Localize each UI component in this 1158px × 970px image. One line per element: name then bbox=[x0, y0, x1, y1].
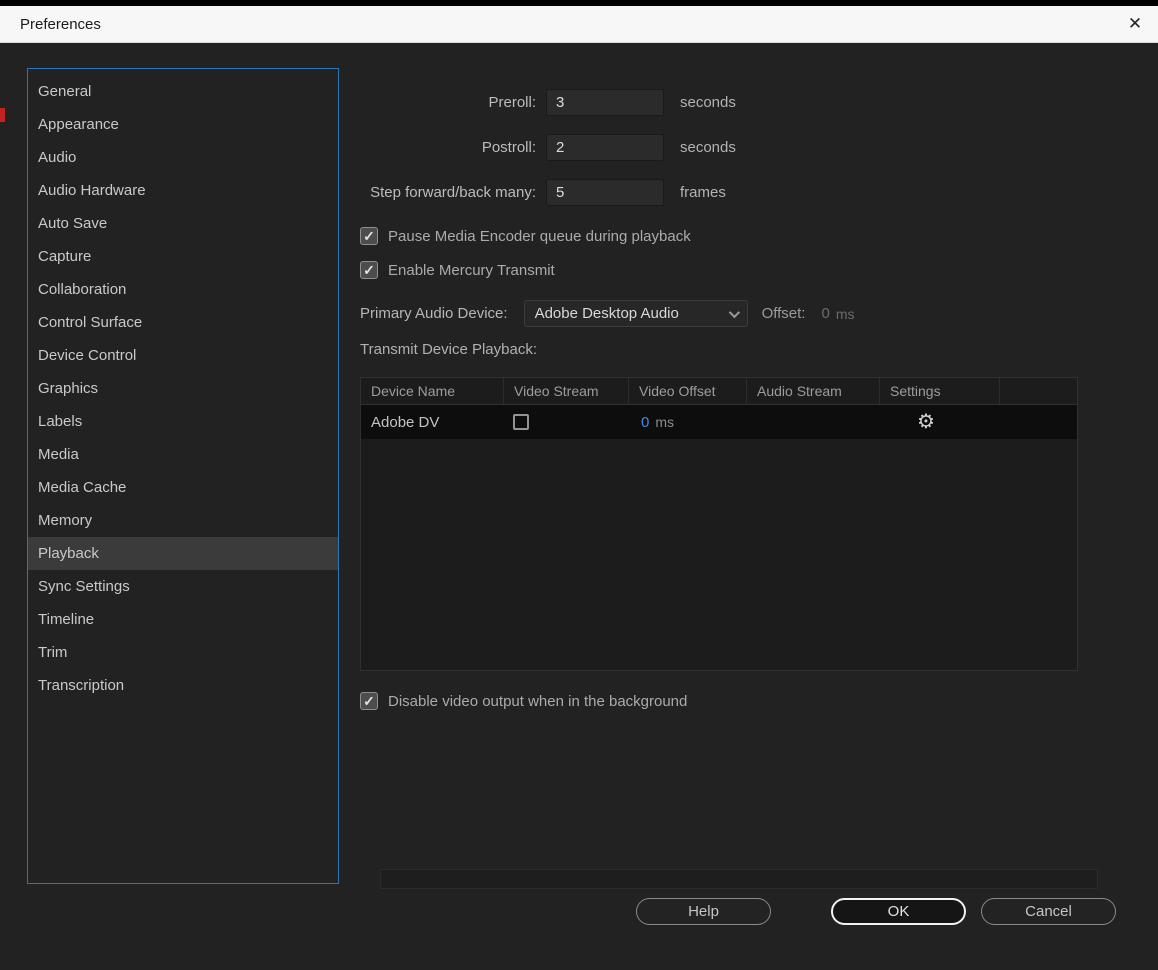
column-header-video-offset: Video Offset bbox=[628, 378, 746, 404]
sidebar-item-media-cache[interactable]: Media Cache bbox=[28, 471, 338, 504]
pause-encoder-checkbox[interactable]: ✓ bbox=[360, 227, 378, 245]
primary-audio-device-label: Primary Audio Device: bbox=[360, 305, 508, 322]
device-name-cell: Adobe DV bbox=[371, 413, 440, 431]
sidebar-item-device-control[interactable]: Device Control bbox=[28, 339, 338, 372]
transmit-table-header: Device Name Video Stream Video Offset Au… bbox=[361, 378, 1077, 405]
dialog-body: General Appearance Audio Audio Hardware … bbox=[0, 43, 1158, 970]
column-header-device-name: Device Name bbox=[371, 383, 456, 399]
check-icon: ✓ bbox=[363, 693, 375, 709]
ok-button[interactable]: OK bbox=[831, 898, 966, 925]
sidebar-item-collaboration[interactable]: Collaboration bbox=[28, 273, 338, 306]
mercury-transmit-row: ✓ Enable Mercury Transmit bbox=[360, 258, 1138, 282]
dialog-title: Preferences bbox=[20, 15, 101, 33]
video-offset-cell: 0 ms bbox=[628, 414, 746, 431]
sidebar-item-capture[interactable]: Capture bbox=[28, 240, 338, 273]
check-icon: ✓ bbox=[363, 228, 375, 244]
disable-video-output-row: ✓ Disable video output when in the backg… bbox=[360, 689, 1138, 713]
help-button[interactable]: Help bbox=[636, 898, 771, 925]
primary-audio-device-row: Primary Audio Device: Adobe Desktop Audi… bbox=[360, 300, 1138, 327]
sidebar-item-memory[interactable]: Memory bbox=[28, 504, 338, 537]
check-icon: ✓ bbox=[363, 262, 375, 278]
video-stream-checkbox[interactable] bbox=[513, 414, 529, 430]
gear-icon[interactable]: ⚙ bbox=[917, 412, 935, 432]
sidebar-item-appearance[interactable]: Appearance bbox=[28, 108, 338, 141]
step-forward-back-row: Step forward/back many: frames bbox=[360, 179, 1138, 206]
sidebar-item-control-surface[interactable]: Control Surface bbox=[28, 306, 338, 339]
sidebar-item-sync-settings[interactable]: Sync Settings bbox=[28, 570, 338, 603]
table-empty-area bbox=[361, 439, 1077, 670]
column-header-blank bbox=[999, 378, 1077, 404]
cancel-button[interactable]: Cancel bbox=[981, 898, 1116, 925]
sidebar-item-audio-hardware[interactable]: Audio Hardware bbox=[28, 174, 338, 207]
playback-settings-panel: Preroll: seconds Postroll: seconds Step … bbox=[360, 43, 1138, 970]
close-icon[interactable]: ✕ bbox=[1112, 6, 1158, 42]
step-forward-back-label: Step forward/back many: bbox=[370, 184, 536, 201]
primary-audio-device-value: Adobe Desktop Audio bbox=[534, 305, 679, 322]
postroll-label: Postroll: bbox=[481, 139, 536, 156]
chevron-down-icon bbox=[728, 306, 740, 318]
mercury-transmit-label: Enable Mercury Transmit bbox=[388, 261, 555, 279]
postroll-row: Postroll: seconds bbox=[360, 134, 1138, 161]
title-bar: Preferences ✕ bbox=[0, 6, 1158, 43]
sidebar-item-trim[interactable]: Trim bbox=[28, 636, 338, 669]
disable-video-output-checkbox[interactable]: ✓ bbox=[360, 692, 378, 710]
column-header-audio-stream: Audio Stream bbox=[746, 378, 879, 404]
preroll-unit: seconds bbox=[680, 94, 736, 111]
sidebar-item-media[interactable]: Media bbox=[28, 438, 338, 471]
settings-cell: ⚙ bbox=[879, 412, 999, 432]
column-header-settings: Settings bbox=[879, 378, 999, 404]
sidebar-item-transcription[interactable]: Transcription bbox=[28, 669, 338, 702]
preroll-label: Preroll: bbox=[488, 94, 536, 111]
primary-audio-device-dropdown[interactable]: Adobe Desktop Audio bbox=[523, 300, 748, 327]
sidebar-item-auto-save[interactable]: Auto Save bbox=[28, 207, 338, 240]
sidebar-item-timeline[interactable]: Timeline bbox=[28, 603, 338, 636]
pause-encoder-row: ✓ Pause Media Encoder queue during playb… bbox=[360, 224, 1138, 248]
video-offset-unit: ms bbox=[655, 414, 675, 430]
video-stream-cell bbox=[503, 414, 628, 430]
preferences-category-list: General Appearance Audio Audio Hardware … bbox=[27, 68, 339, 884]
sidebar-item-audio[interactable]: Audio bbox=[28, 141, 338, 174]
background-artifact bbox=[0, 108, 5, 122]
pause-encoder-label: Pause Media Encoder queue during playbac… bbox=[388, 227, 691, 245]
transmit-device-playback-label: Transmit Device Playback: bbox=[360, 341, 537, 358]
transmit-device-table: Device Name Video Stream Video Offset Au… bbox=[360, 377, 1078, 671]
sidebar-item-graphics[interactable]: Graphics bbox=[28, 372, 338, 405]
video-offset-value[interactable]: 0 bbox=[641, 414, 649, 431]
footer-buttons: Help OK Cancel bbox=[360, 898, 1138, 925]
postroll-input[interactable] bbox=[546, 134, 664, 161]
preferences-dialog-page: Preferences ✕ General Appearance Audio A… bbox=[0, 0, 1158, 970]
sidebar-item-labels[interactable]: Labels bbox=[28, 405, 338, 438]
sidebar-item-playback[interactable]: Playback bbox=[28, 537, 338, 570]
disable-video-output-label: Disable video output when in the backgro… bbox=[388, 692, 688, 710]
offset-value: 0 bbox=[821, 305, 830, 322]
footer-strip bbox=[380, 869, 1098, 889]
table-row[interactable]: Adobe DV 0 ms ⚙ bbox=[361, 405, 1077, 439]
preroll-input[interactable] bbox=[546, 89, 664, 116]
column-header-video-stream: Video Stream bbox=[503, 378, 628, 404]
offset-unit: ms bbox=[835, 305, 855, 322]
preroll-row: Preroll: seconds bbox=[360, 89, 1138, 116]
mercury-transmit-checkbox[interactable]: ✓ bbox=[360, 261, 378, 279]
offset-label: Offset: bbox=[761, 305, 806, 322]
preferences-dialog: Preferences ✕ General Appearance Audio A… bbox=[0, 6, 1158, 970]
postroll-unit: seconds bbox=[680, 139, 736, 156]
step-forward-back-unit: frames bbox=[680, 184, 726, 201]
sidebar-item-general[interactable]: General bbox=[28, 75, 338, 108]
step-forward-back-input[interactable] bbox=[546, 179, 664, 206]
